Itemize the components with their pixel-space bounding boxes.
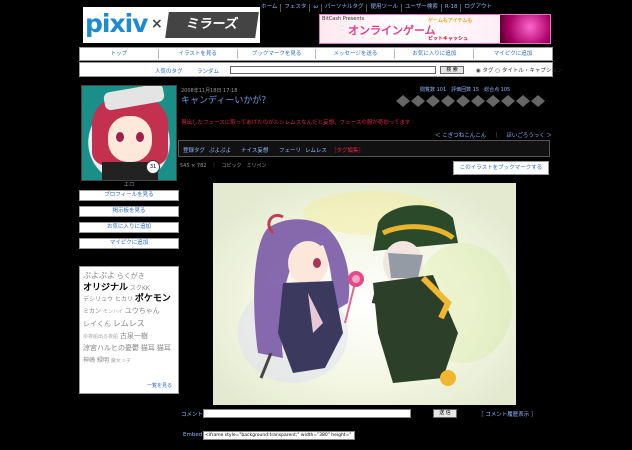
comment-form: コメント 送 信 ［ コメント履歴表示 ］ bbox=[181, 409, 551, 419]
menu-add-favorite[interactable]: お気に入りに追加 bbox=[395, 49, 475, 59]
user-menu-bar: トップ イラストを見る ブックマークを見る メッセージを送る お気に入りに追加 … bbox=[79, 47, 553, 61]
topnav-r18[interactable]: R-18 bbox=[442, 4, 462, 12]
tag-cloud-item[interactable]: オリジナル bbox=[83, 283, 128, 293]
topnav-tools[interactable]: 便用ツール bbox=[367, 4, 402, 12]
comment-history-link[interactable]: ［ コメント履歴表示 ］ bbox=[478, 410, 537, 418]
tag-cloud-item[interactable]: デシリュウ bbox=[83, 296, 113, 303]
avatar-badge: 31 bbox=[146, 160, 160, 174]
search-bar: 人気のタグ ランダム 検 索 ◉ タグ ○ タイトル・キャプション bbox=[79, 62, 562, 77]
tag-cloud-item[interactable]: 猫耳 bbox=[157, 344, 171, 352]
tag-cloud-item[interactable]: モンハイ bbox=[103, 309, 123, 315]
rating-star-button[interactable] bbox=[426, 95, 440, 107]
prev-work-link[interactable]: ＜ こぎつねこんこん bbox=[435, 133, 486, 139]
banner-brand: ビットキャッシュ bbox=[428, 36, 469, 42]
tag-cloud-item[interactable]: レイくん bbox=[83, 320, 111, 328]
popular-tags-link[interactable]: 人気のタグ bbox=[155, 67, 183, 75]
rating-star-button[interactable] bbox=[411, 95, 425, 107]
tag-cloud-item[interactable]: ミカン bbox=[83, 308, 101, 315]
username[interactable]: エロ bbox=[79, 180, 179, 188]
artwork-illustration bbox=[213, 183, 516, 405]
tag-cloud-item[interactable]: ヒカリ bbox=[115, 296, 133, 303]
rating-star-button[interactable] bbox=[486, 95, 500, 107]
embed-label: Embed bbox=[183, 432, 203, 438]
rating-star-button[interactable] bbox=[471, 95, 485, 107]
next-work-link[interactable]: ほいごろうっく ＞ bbox=[506, 133, 552, 139]
tag-link[interactable]: フェーリ bbox=[279, 146, 301, 154]
tag-cloud-item[interactable]: レムレス bbox=[113, 319, 145, 328]
rating-star-button[interactable] bbox=[516, 95, 530, 107]
tag-link[interactable]: ナイス妄想 bbox=[241, 146, 268, 154]
tag-link[interactable]: レムレス bbox=[305, 146, 327, 154]
topnav-personal-tag[interactable]: パーソナルタグ bbox=[322, 4, 368, 12]
rating-bar bbox=[396, 95, 548, 108]
add-mypic-button[interactable]: マイピクに追加 bbox=[79, 238, 179, 249]
rating-star-button[interactable] bbox=[441, 95, 455, 107]
tag-cloud: ぷよぷよ らくがき オリジナル スクKK デシリュウ ヒカリ ポケモン ミカン … bbox=[79, 266, 179, 394]
tag-cloud-item[interactable]: 緑明 bbox=[97, 357, 109, 364]
prev-next-links: ＜ こぎつねこんこん ｜ ほいごろうっく ＞ bbox=[435, 133, 553, 139]
embed-row: Embed <iframe style="background:transpar… bbox=[181, 431, 551, 441]
tag-edit-link[interactable]: ［タグ編集］ bbox=[331, 146, 364, 154]
mirrors-logo-text: ミラーズ bbox=[165, 12, 259, 38]
banner-headline: オンラインゲーム bbox=[348, 24, 436, 37]
tag-cloud-item[interactable]: 魔女ッ子 bbox=[111, 358, 131, 364]
tag-cloud-item[interactable]: 猫耳 bbox=[141, 344, 155, 352]
random-link[interactable]: ランダム bbox=[197, 67, 219, 75]
work-meta: 545 × 782 ｜ コピック ミリペン bbox=[180, 163, 267, 169]
tag-cloud-item[interactable]: スクKK bbox=[130, 285, 150, 292]
banner-character-image bbox=[500, 15, 550, 43]
tag-cloud-item[interactable]: 神崎 bbox=[83, 357, 95, 364]
search-button[interactable]: 検 索 bbox=[440, 66, 464, 74]
rating-star-button[interactable] bbox=[396, 95, 410, 107]
menu-view-bookmarks[interactable]: ブックマークを見る bbox=[238, 49, 317, 59]
artwork-image[interactable] bbox=[213, 183, 516, 405]
logo-cross: × bbox=[151, 16, 163, 32]
avatar[interactable]: 31 bbox=[81, 85, 177, 181]
tag-cloud-item[interactable]: ユウちゃん bbox=[125, 307, 160, 315]
rating-star-button[interactable] bbox=[456, 95, 470, 107]
menu-add-mypic[interactable]: マイピクに追加 bbox=[474, 49, 552, 59]
tag-cloud-items: ぷよぷよ らくがき オリジナル スクKK デシリュウ ヒカリ ポケモン ミカン … bbox=[83, 270, 175, 367]
advertisement-banner[interactable]: BitCash Presents オンラインゲーム ゲームもアイテムも ビットキ… bbox=[319, 14, 551, 44]
topnav-home[interactable]: ホーム bbox=[258, 4, 282, 12]
rating-stats: 閲覧数 101 評価回数 15 総合点 105 bbox=[420, 87, 511, 93]
pixiv-logo-text: pixiv bbox=[85, 9, 148, 38]
rating-star-button[interactable] bbox=[531, 95, 545, 107]
topnav-user-search[interactable]: ユーザー検索 bbox=[402, 4, 442, 12]
banner-tagline: ゲームもアイテムも bbox=[428, 18, 473, 24]
topnav-omega[interactable]: ω bbox=[310, 4, 322, 12]
tag-cloud-item[interactable]: ゆ夜船出る夜船 bbox=[83, 334, 118, 340]
tag-link[interactable]: ぷよぷよ bbox=[209, 146, 231, 154]
comment-label: コメント bbox=[181, 412, 204, 418]
tag-cloud-item[interactable]: ポケモン bbox=[135, 294, 171, 304]
comment-input[interactable] bbox=[203, 409, 411, 418]
search-input[interactable] bbox=[230, 66, 436, 74]
search-mode-radios[interactable]: ◉ タグ ○ タイトル・キャプション bbox=[476, 66, 562, 74]
comment-submit-button[interactable]: 送 信 bbox=[433, 409, 457, 418]
tag-cloud-more-link[interactable]: 一覧を見る bbox=[147, 383, 172, 389]
view-board-button[interactable]: 掲示板を見る bbox=[79, 206, 179, 217]
add-favorite-button[interactable]: お気に入りに追加 bbox=[79, 222, 179, 233]
view-profile-button[interactable]: プロフィールを見る bbox=[79, 190, 179, 201]
menu-send-message[interactable]: メッセージを送る bbox=[316, 49, 396, 59]
topnav-logout[interactable]: ログアウト bbox=[461, 4, 495, 12]
top-navigation: ホーム フェスタ ω パーソナルタグ 便用ツール ユーザー検索 R-18 ログア… bbox=[258, 4, 495, 12]
rating-star-button[interactable] bbox=[501, 95, 515, 107]
tag-cloud-item[interactable]: らくがき bbox=[117, 272, 145, 280]
menu-top[interactable]: トップ bbox=[80, 49, 159, 59]
work-title: キャンディーいかが？ bbox=[181, 96, 271, 106]
registered-tags-box: 登録タグ ぷよぷよ ナイス妄想 フェーリ レムレス ［タグ編集］ bbox=[178, 140, 550, 157]
menu-view-illustrations[interactable]: イラストを見る bbox=[159, 49, 238, 59]
tag-cloud-item[interactable]: 涼宮ハルヒの憂鬱 bbox=[83, 344, 139, 352]
tag-cloud-item[interactable]: ぷよぷよ bbox=[83, 271, 115, 280]
embed-code-input[interactable]: <iframe style="background:transparent;" … bbox=[203, 431, 355, 440]
pixiv-logo[interactable]: pixiv × ミラーズ bbox=[83, 7, 260, 43]
tag-cloud-item[interactable]: 古泉一樹 bbox=[120, 332, 148, 340]
work-caption: 現出したフェースに取ってあげたのがルシレムスなんだと妄想。フェースの服が奇妙って… bbox=[181, 120, 411, 126]
bookmark-illustration-button[interactable]: このイラストをブックマークする bbox=[453, 161, 549, 175]
topnav-festa[interactable]: フェスタ bbox=[281, 4, 311, 12]
tags-label: 登録タグ bbox=[183, 148, 206, 154]
